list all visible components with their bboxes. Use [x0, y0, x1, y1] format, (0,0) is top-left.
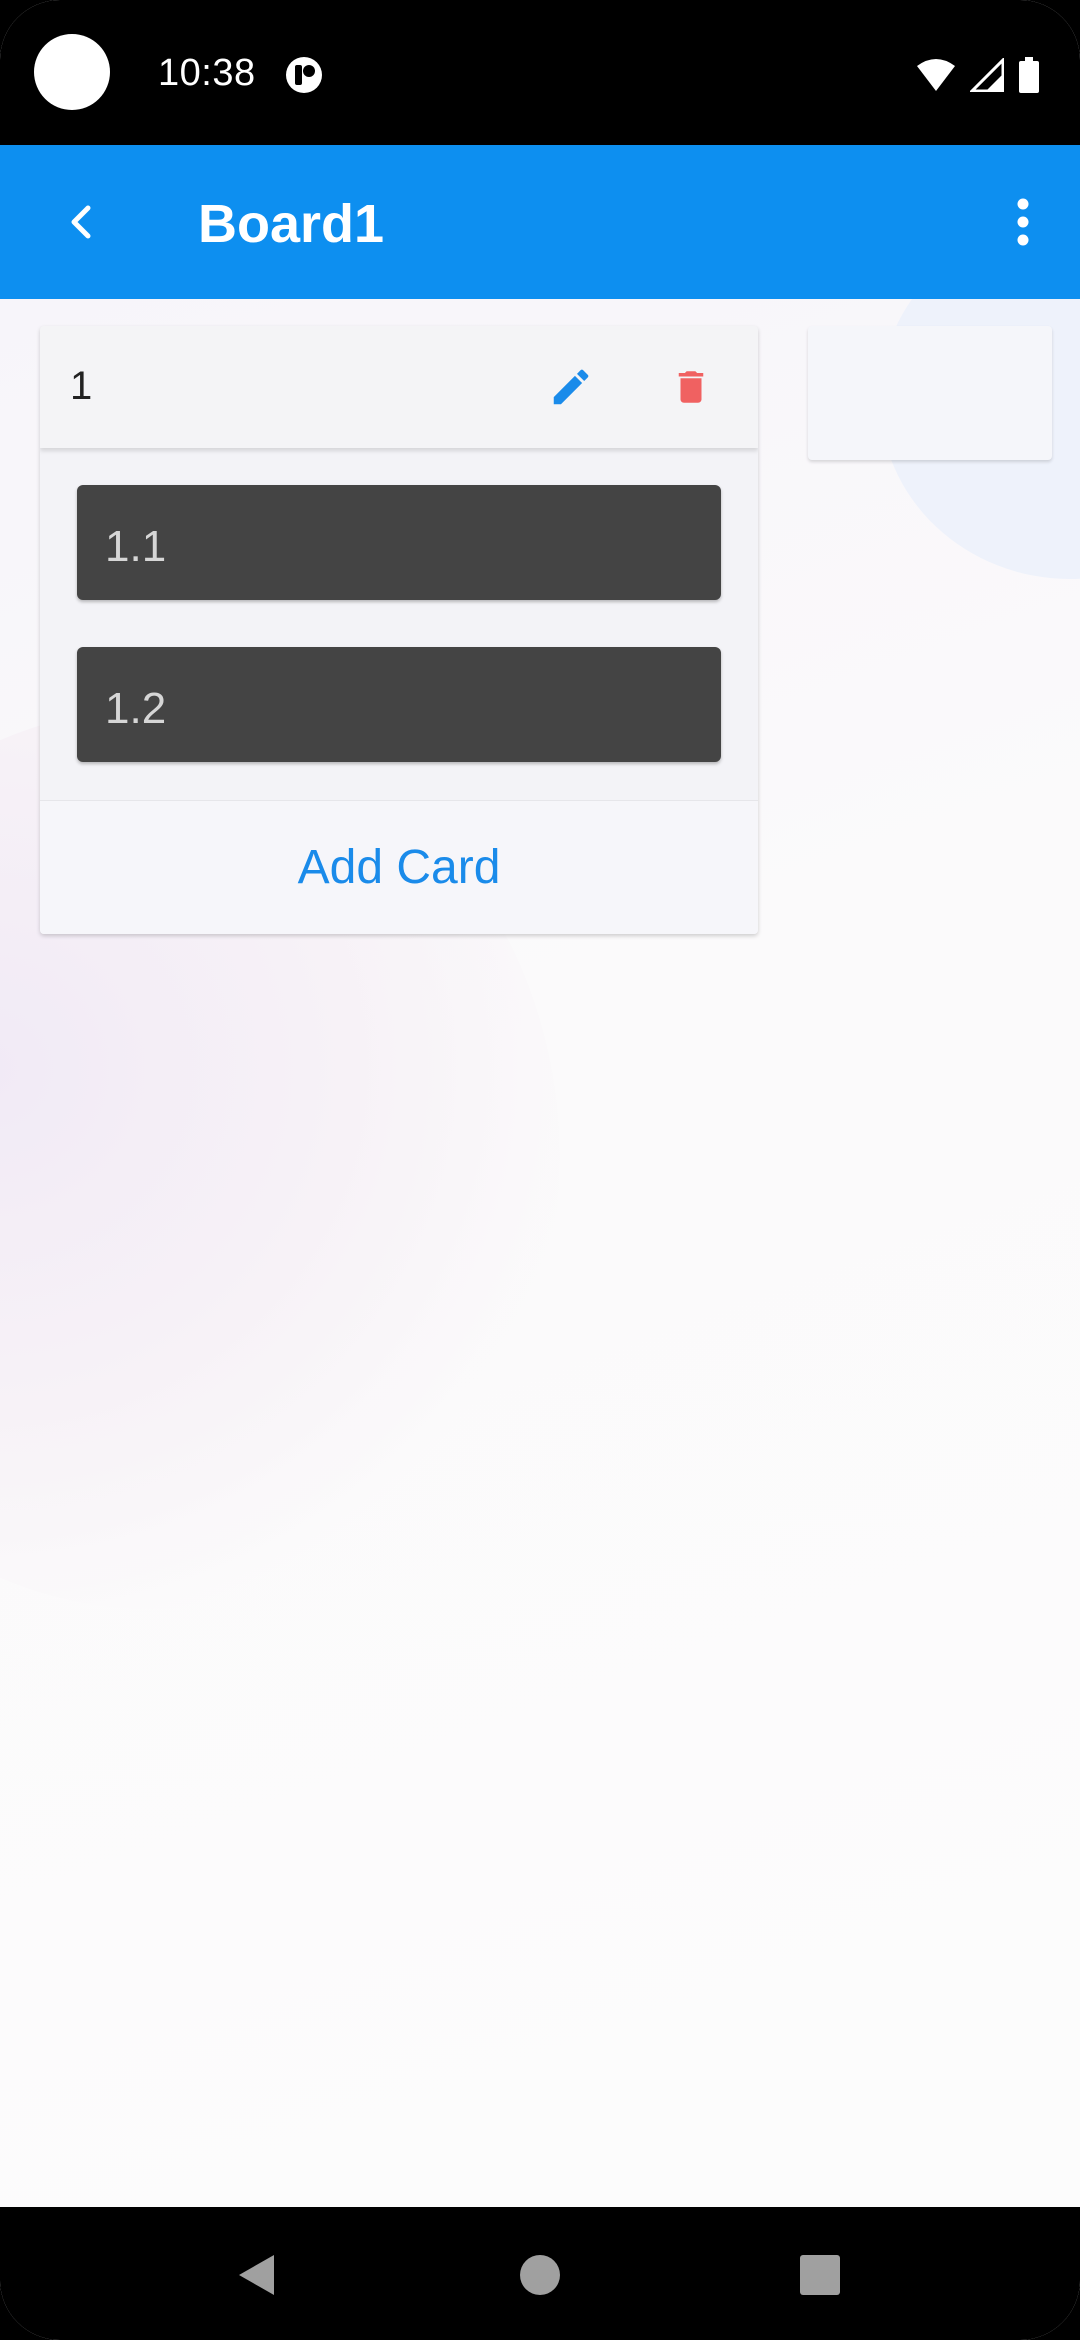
card-item[interactable]: 1.2 [77, 647, 721, 762]
system-nav-bar [0, 2207, 1080, 2340]
delete-list-button[interactable] [660, 356, 722, 418]
status-time: 10:38 [158, 52, 256, 94]
card-label: 1.1 [105, 522, 167, 571]
board-list-partial[interactable] [808, 326, 1052, 460]
list-title: 1 [70, 364, 93, 408]
card-label: 1.2 [105, 684, 167, 733]
add-card-label: Add Card [297, 841, 501, 894]
chevron-left-icon [71, 205, 91, 239]
overflow-menu-button[interactable] [990, 189, 1056, 255]
board-area[interactable]: 1 1.1 1.2 Add Card [0, 299, 1080, 2207]
home-circle-icon [520, 2255, 560, 2295]
pencil-icon [553, 369, 589, 405]
trash-icon [678, 371, 704, 403]
more-vert-icon [1017, 198, 1029, 246]
camera-cutout [34, 34, 110, 110]
board-list: 1 1.1 1.2 Add Card [40, 326, 758, 934]
edit-list-button[interactable] [540, 356, 602, 418]
back-triangle-icon [239, 2255, 274, 2295]
recents-square-icon [800, 2255, 840, 2295]
wifi-icon [917, 59, 955, 91]
card-item[interactable]: 1.1 [77, 485, 721, 600]
back-button[interactable] [48, 189, 114, 255]
status-bar: 10:38 [0, 0, 1080, 145]
page-title: Board1 [198, 194, 385, 254]
nav-home-button[interactable] [500, 2235, 580, 2315]
notification-icon [286, 57, 322, 93]
battery-icon [1019, 57, 1039, 93]
nav-recents-button[interactable] [780, 2235, 860, 2315]
signal-icon [970, 58, 1004, 92]
status-icons [916, 56, 1040, 94]
add-card-button[interactable]: Add Card [40, 800, 758, 934]
app-bar: Board1 [0, 145, 1080, 299]
nav-back-button[interactable] [216, 2235, 296, 2315]
list-header: 1 [40, 326, 758, 448]
phone-screen: 10:38 Board1 1 1.1 1.2 Add Card [0, 0, 1080, 2340]
